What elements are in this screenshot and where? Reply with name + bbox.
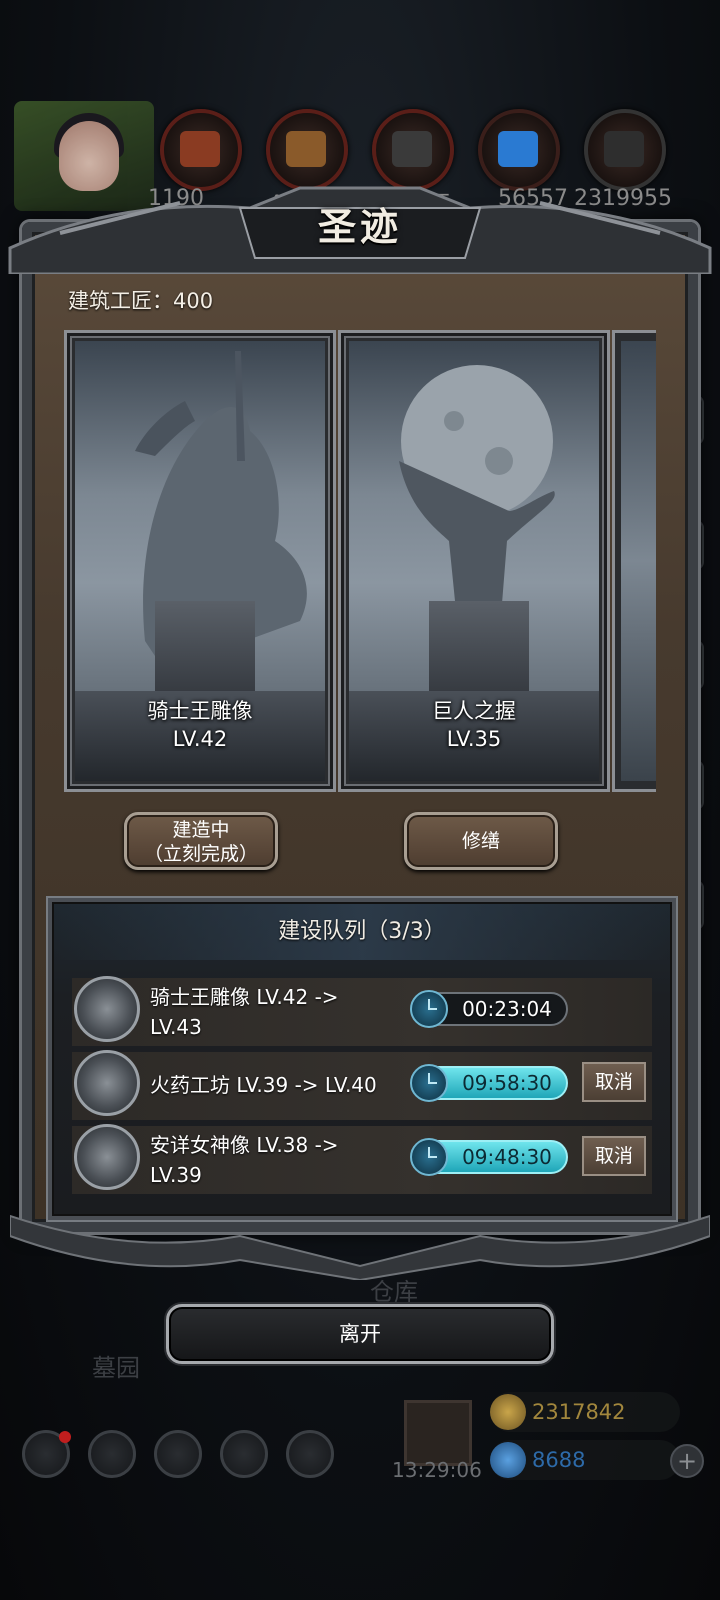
queue-timer: 09:58:30 [410,1064,568,1102]
handshake-icon[interactable] [286,1430,334,1478]
graveyard-label: 墓园 [92,1354,140,1382]
timer-value: 09:58:30 [462,1071,552,1095]
clock-icon [410,1138,448,1176]
gem-value: 8688 [532,1448,586,1472]
queue-item: 安详女神像 LV.38 -> LV.39 09:48:30 取消 [72,1124,652,1194]
queue-item-text: 火药工坊 LV.39 -> LV.40 [150,1070,430,1100]
gem-display: 8688 [490,1440,680,1480]
relic-card-partial[interactable] [612,330,656,792]
dialog-title: 圣迹 [317,204,402,249]
card-name: 巨人之握 [432,699,516,723]
hero-icon[interactable] [88,1430,136,1478]
knight-statue-icon [74,976,140,1042]
queue-item: 火药工坊 LV.39 -> LV.40 09:58:30 取消 [72,1050,652,1120]
gift-timer: 13:29:06 [392,1458,482,1482]
finish-now-label: （立刻完成） [143,843,258,865]
queue-timer: 09:48:30 [410,1138,568,1176]
builder-count: 建筑工匠：400 [68,289,214,313]
gem-icon [490,1442,526,1478]
repair-button[interactable]: 修缮 [404,812,558,870]
relic-card-knight[interactable]: 骑士王雕像 LV.42 [64,330,336,792]
queue-item-line2: LV.39 [150,1163,202,1187]
clock-icon [410,990,448,1028]
queue-item-line1: 火药工坊 LV.39 -> LV.40 [150,1073,377,1097]
timer-value: 09:48:30 [462,1145,552,1169]
map-icon[interactable] [154,1430,202,1478]
queue-timer: 00:23:04 [410,990,568,1028]
leave-button[interactable]: 离开 [166,1304,554,1364]
gold-coin-icon [490,1394,526,1430]
queue-item-text: 安详女神像 LV.38 -> LV.39 [150,1130,390,1190]
gift-icon[interactable] [404,1400,472,1466]
card-level: LV.42 [172,727,228,751]
gunpowder-workshop-icon [74,1050,140,1116]
queue-item: 骑士王雕像 LV.42 -> LV.43 00:23:04 [72,976,652,1046]
gold-display: 2317842 [490,1392,680,1432]
queue-item-line1: 安详女神像 LV.38 -> [150,1133,339,1157]
queue-item-line1: 骑士王雕像 LV.42 -> [150,985,339,1009]
queue-item-line2: LV.43 [150,1015,202,1039]
queue-item-text: 骑士王雕像 LV.42 -> LV.43 [150,982,390,1042]
timer-value: 00:23:04 [462,997,552,1021]
warehouse-label: 仓库 [370,1278,418,1306]
cancel-button[interactable]: 取消 [582,1062,646,1102]
card-level: LV.35 [446,727,502,751]
relic-card-giant-hand[interactable]: 巨人之握 LV.35 [338,330,610,792]
repair-label: 修缮 [461,830,500,852]
mail-icon[interactable] [220,1430,268,1478]
goddess-statue-icon [74,1124,140,1190]
add-currency-button[interactable]: + [670,1444,704,1478]
cancel-button[interactable]: 取消 [582,1136,646,1176]
gold-value: 2317842 [532,1400,626,1424]
build-queue-panel: 建设队列（3/3） 骑士王雕像 LV.42 -> LV.43 00:23:04 … [48,898,676,1220]
queue-title: 建设队列（3/3） [54,904,670,960]
building-speedup-button[interactable]: 建造中 （立刻完成） [124,812,278,870]
clock-icon [410,1064,448,1102]
partial-card-art [621,341,656,781]
dialog-bottom-ornament [10,1214,710,1280]
notification-dot [59,1431,71,1443]
card-name: 骑士王雕像 [147,699,253,723]
building-status-label: 建造中 [172,819,230,841]
